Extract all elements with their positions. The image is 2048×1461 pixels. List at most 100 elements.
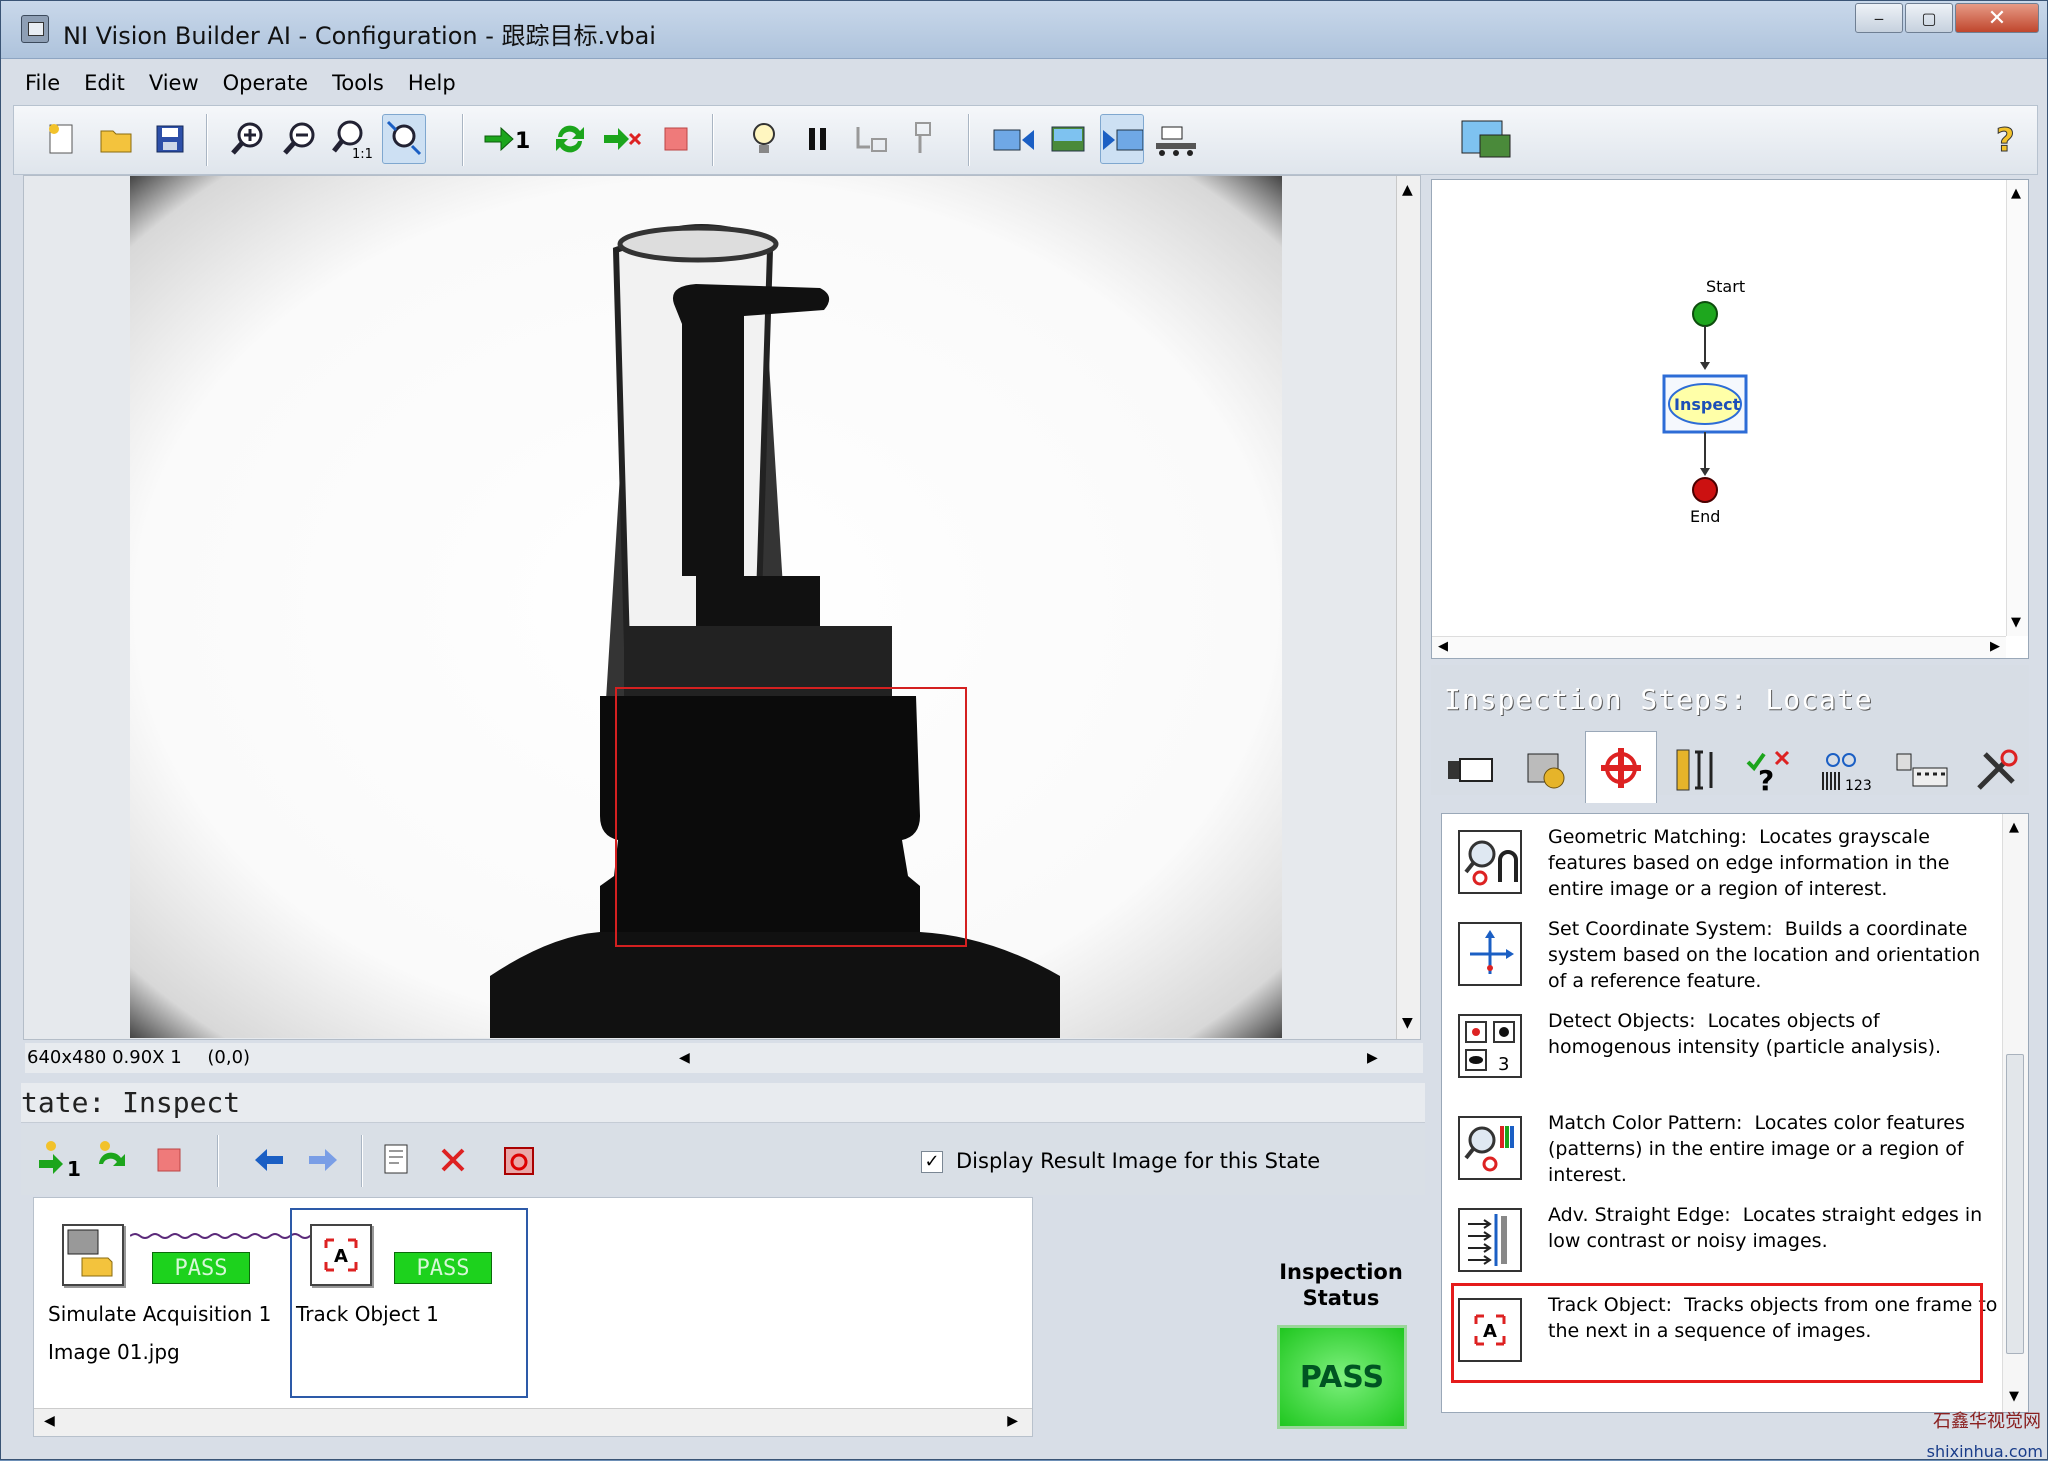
app-window: NI Vision Builder AI - Configuration - 跟… [0,0,2048,1461]
display-result-checkbox[interactable]: ✓ [921,1151,943,1173]
measure-tab-icon[interactable] [1661,737,1733,803]
detect-objects-icon: 3 [1458,1014,1522,1078]
item-title: Adv. Straight Edge: [1548,1204,1731,1226]
help-icon[interactable]: ? [1984,114,2028,164]
svg-text:123: 123 [1845,778,1872,792]
move-left-icon[interactable] [247,1135,291,1185]
zoom-1-1-icon[interactable]: 1:1 [330,114,374,164]
svg-text:3: 3 [1498,1054,1509,1075]
overlay-icon[interactable] [497,1135,541,1185]
step-palette-tabs: ? 123 [1435,731,2029,805]
state-toolbar: 1 ✓ Display Result Image for this State [21,1125,1425,1195]
zoom-in-icon[interactable] [226,114,270,164]
display-result-label: Display Result Image for this State [956,1149,1321,1173]
menu-operate[interactable]: Operate [211,71,320,95]
title-bar: NI Vision Builder AI - Configuration - 跟… [1,1,2047,59]
highlight-icon[interactable] [742,114,786,164]
diagram-scrollbar-vertical[interactable]: ▲ ▼ [2006,180,2028,636]
svg-text:A: A [334,1246,348,1267]
menu-bar: File Edit View Operate Tools Help [13,63,468,103]
menu-file[interactable]: File [13,71,72,95]
image-info: 640x480 0.90X 1 [27,1047,182,1068]
identify-tab-icon[interactable]: 123 [1811,737,1883,803]
simulate-acquisition-icon [62,1224,124,1286]
menu-help[interactable]: Help [396,71,468,95]
diagram-scrollbar-horizontal[interactable]: ◀ ▶ [1432,636,2006,658]
edit-step-icon[interactable] [377,1135,421,1185]
acquire-tab-icon[interactable] [1435,737,1507,803]
svg-text:1: 1 [515,129,530,154]
step-name: Track Object 1 [296,1302,439,1326]
start-node-icon[interactable] [1692,301,1718,327]
stop-icon[interactable] [654,114,698,164]
run-steps-continuous-icon[interactable] [91,1135,135,1185]
end-node-icon[interactable] [1692,477,1718,503]
match-color-icon [1458,1116,1522,1180]
check-tab-icon[interactable]: ? [1735,737,1807,803]
image-display[interactable]: ▲ ▼ [23,175,1421,1040]
delete-step-icon[interactable] [431,1135,475,1185]
flow-inspect-label: Inspect [1674,395,1741,414]
item-title: Match Color Pattern: [1548,1112,1743,1134]
item-title: Geometric Matching: [1548,826,1748,848]
zoom-out-icon[interactable] [278,114,322,164]
move-right-icon[interactable] [301,1135,345,1185]
image-coords: (0,0) [207,1047,251,1068]
image-status-bar: 640x480 0.90X 1 (0,0) ◀ ▶ [25,1043,1423,1073]
enhance-tab-icon[interactable] [1511,737,1583,803]
flow-end-label: End [1690,507,1720,526]
communicate-tab-icon[interactable] [1887,737,1959,803]
hscroll-left-icon[interactable]: ◀ [679,1043,690,1073]
main-toolbar: 1:1 1 ? [13,105,2038,175]
track-object-highlight [1451,1283,1983,1383]
app-icon [21,15,49,43]
image-scrollbar-vertical[interactable]: ▲ ▼ [1396,176,1420,1039]
conveyor-icon[interactable] [1154,114,1198,164]
minimize-button[interactable]: ‒ [1855,3,1903,33]
menu-tools[interactable]: Tools [320,71,396,95]
inspection-status-label: Inspection Status [1279,1260,1403,1310]
straight-edge-icon [1458,1208,1522,1272]
open-folder-icon[interactable] [94,114,138,164]
track-object-step-icon: A [310,1224,372,1286]
state-diagram[interactable]: Start Inspect End ▲ ▼ ◀ ▶ [1431,179,2029,659]
image-icon[interactable] [1046,114,1090,164]
pause-icon[interactable] [796,114,840,164]
run-step-once-icon[interactable]: 1 [37,1135,81,1185]
stop-steps-icon[interactable] [147,1135,191,1185]
step-track-object[interactable]: A PASS Track Object 1 [290,1208,528,1398]
menu-view[interactable]: View [137,71,211,95]
menu-edit[interactable]: Edit [72,71,137,95]
step-image-name: Image 01.jpg [48,1340,180,1364]
maximize-button[interactable]: ▢ [1905,3,1953,33]
geometric-matching-icon [1458,830,1522,894]
inspection-steps-title: Inspection Steps: Locate [1444,683,1873,716]
watermark-chinese: 石鑫华视觉网 [1933,1411,2041,1432]
hscroll-right-icon[interactable]: ▶ [1367,1043,1378,1073]
steps-list-scrollbar[interactable]: ▲ ▼ [2002,814,2028,1412]
svg-text:1: 1 [67,1157,81,1180]
run-stop-on-fail-icon[interactable] [600,114,644,164]
zoom-fit-icon[interactable] [382,114,426,164]
image-right-icon[interactable] [1100,114,1144,164]
window-title: NI Vision Builder AI - Configuration - 跟… [63,22,656,50]
state-header: tate: Inspect [21,1083,1425,1123]
image-left-icon[interactable] [992,114,1036,164]
item-title: Detect Objects: [1548,1010,1696,1032]
config-icon[interactable] [1456,114,1516,164]
run-once-icon[interactable]: 1 [480,114,536,164]
new-file-icon[interactable] [40,114,84,164]
steps-scrollbar[interactable]: ◀ ▶ [34,1408,1032,1436]
step-over-icon[interactable] [904,114,948,164]
tools-tab-icon[interactable] [1961,737,2033,803]
step-icon[interactable] [850,114,894,164]
svg-text:?: ? [1996,121,2015,157]
locate-tab-icon[interactable] [1585,731,1657,803]
save-icon[interactable] [148,114,192,164]
close-button[interactable]: ✕ [1955,3,2039,33]
inspection-status-indicator: PASS [1277,1325,1407,1429]
watermark-url: shixinhua.com [1926,1442,2043,1461]
flow-start-label: Start [1706,277,1745,296]
run-continuous-icon[interactable] [548,114,592,164]
step-name: Simulate Acquisition 1 [48,1302,272,1326]
